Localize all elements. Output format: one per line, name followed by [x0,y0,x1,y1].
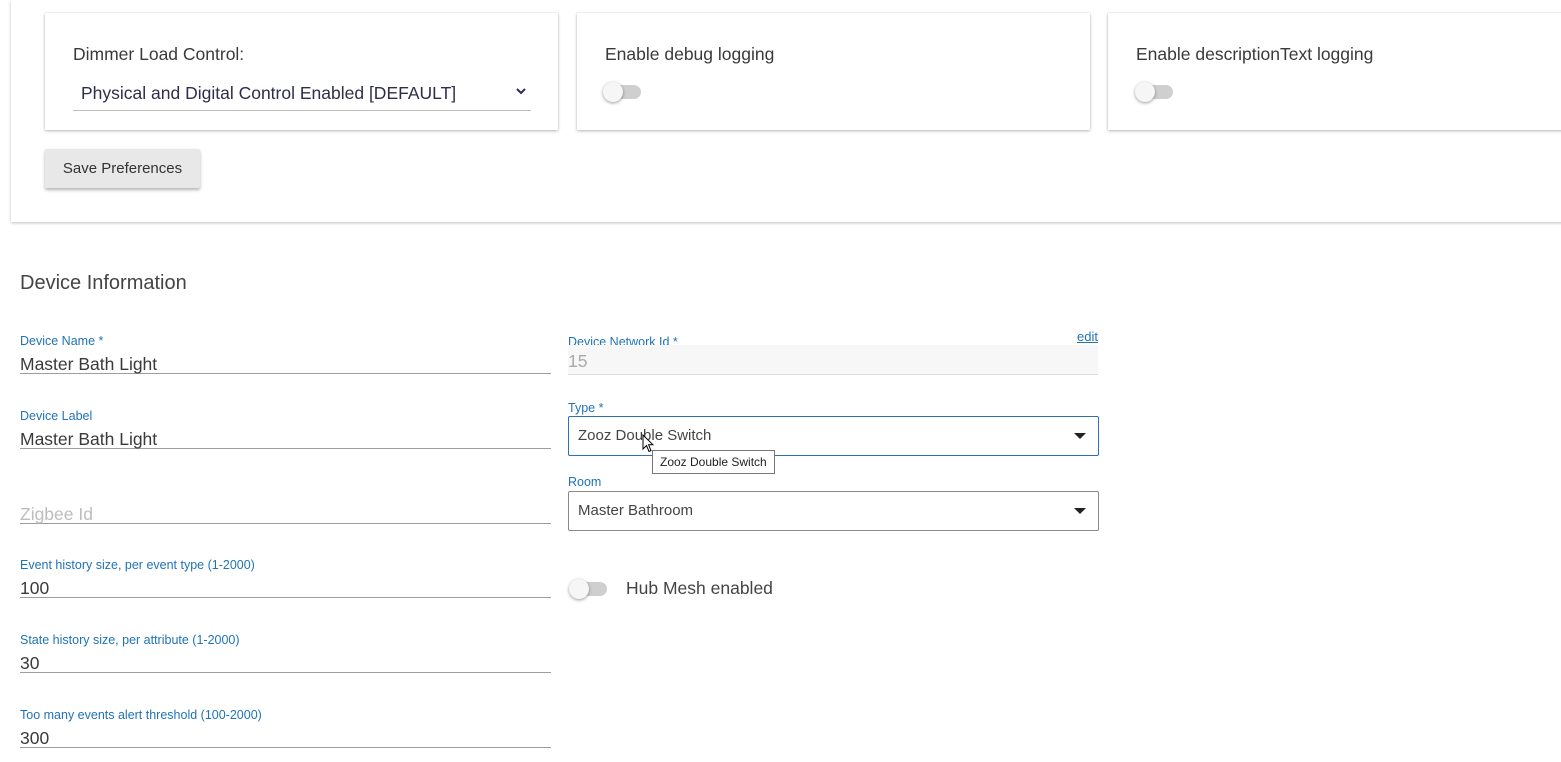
debug-logging-toggle[interactable] [603,82,643,102]
room-value: Master Bathroom [578,502,694,519]
toggle-knob [603,82,623,102]
alert-threshold-field: Too many events alert threshold (100-200… [20,708,551,753]
zigbee-id-input[interactable]: Zigbee Id [20,496,551,524]
device-label-field: Device Label Master Bath Light [20,409,551,454]
alert-threshold-value: 300 [20,728,50,748]
device-name-value: Master Bath Light [20,354,158,374]
toggle-knob [1135,82,1155,102]
event-history-input[interactable]: 100 [20,570,551,598]
network-id-input: 15 [568,345,1098,375]
room-label: Room [568,475,602,489]
network-id-field: Device Network Id * 15 [568,335,1099,381]
hub-mesh-toggle[interactable] [569,579,609,599]
device-label-input[interactable]: Master Bath Light [20,421,551,449]
debug-logging-label: Enable debug logging [605,44,775,64]
state-history-value: 30 [20,653,40,673]
chevron-down-icon [516,88,526,95]
device-information-title: Device Information [20,272,187,294]
toggle-knob [569,579,589,599]
event-history-field: Event history size, per event type (1-20… [20,558,551,603]
network-id-value: 15 [568,351,588,371]
zigbee-id-placeholder: Zigbee Id [20,504,93,524]
device-name-field: Device Name * Master Bath Light [20,334,551,379]
description-text-logging-card: Enable descriptionText logging [1108,13,1561,130]
device-name-input[interactable]: Master Bath Light [20,346,551,374]
dimmer-load-control-value: Physical and Digital Control Enabled [DE… [81,83,457,103]
save-preferences-button[interactable]: Save Preferences [45,149,200,188]
description-text-logging-label: Enable descriptionText logging [1136,44,1374,64]
type-tooltip: Zooz Double Switch [652,450,775,474]
mouse-pointer-icon [642,434,654,453]
device-label-value: Master Bath Light [20,429,158,449]
caret-down-icon [1074,433,1086,439]
room-select[interactable]: Master Bathroom [568,491,1099,531]
edit-network-id-link[interactable]: edit [1077,329,1098,344]
alert-threshold-input[interactable]: 300 [20,720,551,748]
dimmer-load-control-card: Dimmer Load Control: Physical and Digita… [45,13,558,130]
caret-down-icon [1074,508,1086,514]
debug-logging-card: Enable debug logging [577,13,1090,130]
event-history-value: 100 [20,578,50,598]
hub-mesh-label: Hub Mesh enabled [626,578,773,598]
state-history-field: State history size, per attribute (1-200… [20,633,551,678]
dimmer-load-control-label: Dimmer Load Control: [73,44,245,64]
zigbee-id-field: Zigbee Id [20,484,551,529]
type-label: Type * [568,401,604,415]
state-history-input[interactable]: 30 [20,645,551,673]
dimmer-load-control-select[interactable]: Physical and Digital Control Enabled [DE… [73,73,531,111]
description-text-logging-toggle[interactable] [1135,82,1175,102]
